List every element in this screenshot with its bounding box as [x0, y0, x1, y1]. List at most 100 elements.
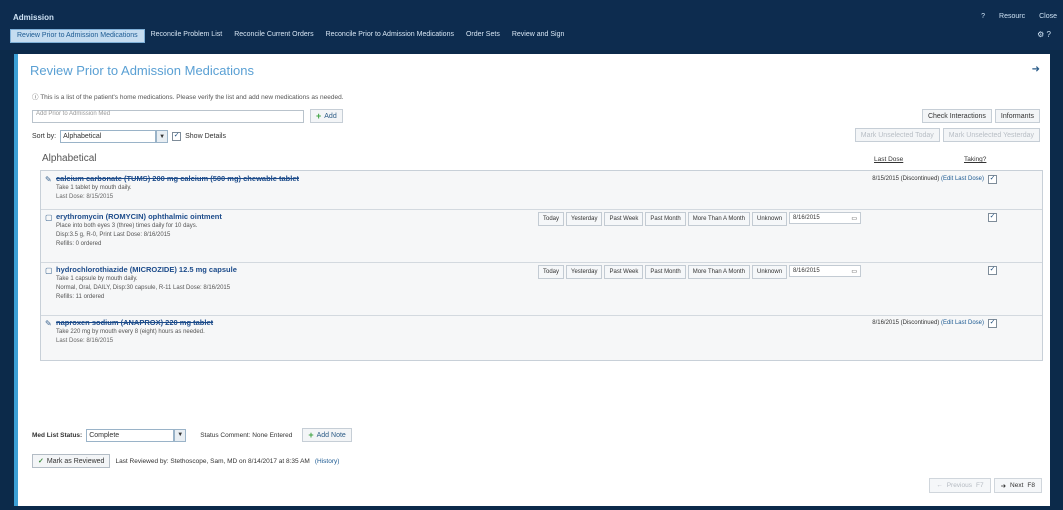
yesterday-button[interactable]: Yesterday — [566, 212, 603, 226]
med-status: 8/15/2015 (Discontinued) (Edit Last Dose… — [872, 176, 984, 182]
taking-checkbox[interactable]: ✓ — [988, 213, 997, 222]
past-month-button[interactable]: Past Month — [645, 265, 686, 279]
add-button[interactable]: + Add — [310, 109, 343, 123]
calendar-icon[interactable]: ▭ — [851, 268, 857, 275]
med-name[interactable]: erythromycin (ROMYCIN) ophthalmic ointme… — [56, 212, 222, 221]
unknown-button[interactable]: Unknown — [752, 212, 788, 226]
past-week-button[interactable]: Past Week — [604, 212, 644, 226]
navigation: ← Previous F7 ➜ Next F8 — [929, 478, 1042, 493]
med-dispense: Disp:3.5 g, R-0, Print Last Dose: 8/16/2… — [56, 232, 171, 238]
list-item[interactable]: ✎ naproxen sodium (ANAPROX) 220 mg table… — [41, 315, 1042, 360]
mark-unselected-buttons: Mark Unselected Today Mark Unselected Ye… — [854, 128, 1040, 142]
top-right-buttons: Check Interactions Informants — [921, 109, 1040, 123]
history-link[interactable]: (History) — [315, 458, 340, 465]
review-panel: Review Prior to Admission Medications ➜ … — [14, 54, 1050, 506]
med-sig: Take 1 tablet by mouth daily. — [56, 185, 132, 191]
window-controls: ? Resourc Close — [981, 13, 1057, 20]
help-icon[interactable]: ? — [981, 13, 985, 20]
document-icon: ▢ — [45, 266, 53, 275]
chevron-down-icon[interactable]: ▼ — [174, 428, 187, 442]
taking-checkbox[interactable]: ✓ — [988, 175, 997, 184]
last-dose-date-input[interactable]: 8/16/2015 ▭ — [789, 212, 862, 224]
instruction-text: ⓘ This is a list of the patient's home m… — [32, 94, 344, 101]
med-name[interactable]: calcium carbonate (TUMS) 200 mg calcium … — [56, 174, 299, 183]
sort-select[interactable]: Alphabetical — [60, 130, 157, 143]
yesterday-button[interactable]: Yesterday — [566, 265, 603, 279]
review-row: ✓ Mark as Reviewed Last Reviewed by: Stet… — [32, 454, 339, 468]
tab-reconcile-current-orders[interactable]: Reconcile Current Orders — [228, 29, 319, 43]
calendar-icon[interactable]: ▭ — [851, 215, 857, 222]
today-button[interactable]: Today — [538, 265, 565, 279]
informants-button[interactable]: Informants — [994, 109, 1040, 123]
med-status: 8/16/2015 (Discontinued) (Edit Last Dose… — [872, 320, 984, 326]
today-button[interactable]: Today — [538, 212, 565, 226]
pill-icon: ✎ — [45, 175, 52, 184]
arrow-right-icon: ➜ — [1000, 482, 1007, 490]
med-list-status-select[interactable]: Complete — [86, 428, 175, 442]
show-details-checkbox[interactable]: ✓ — [172, 132, 182, 141]
title-bar: Admission ? Resourc Close Review Prior t… — [0, 0, 1063, 50]
window-title: Admission — [13, 13, 54, 22]
last-dose-date-input[interactable]: 8/16/2015 ▭ — [789, 265, 862, 277]
status-comment: Status Comment: None Entered — [200, 431, 293, 439]
unknown-button[interactable]: Unknown — [752, 265, 788, 279]
list-item[interactable]: ▢ erythromycin (ROMYCIN) ophthalmic oint… — [41, 209, 1042, 263]
previous-button[interactable]: ← Previous F7 — [929, 478, 991, 493]
check-icon: ✓ — [38, 458, 44, 465]
sort-row: Sort by: Alphabetical ▼ ✓ Show Details — [32, 130, 226, 143]
more-than-month-button[interactable]: More Than A Month — [687, 265, 751, 279]
edit-last-dose-link[interactable]: (Edit Last Dose) — [941, 176, 984, 182]
med-list-status-row: Med List Status: Complete ▼ Status Comme… — [32, 428, 352, 442]
taking-header[interactable]: Taking? — [964, 156, 986, 163]
past-week-button[interactable]: Past Week — [604, 265, 644, 279]
past-month-button[interactable]: Past Month — [645, 212, 686, 226]
add-med-input[interactable]: Add Prior to Admission Med — [32, 109, 304, 123]
resources-menu[interactable]: Resourc — [999, 13, 1025, 20]
group-title: Alphabetical — [42, 153, 97, 164]
add-note-button[interactable]: + Add Note — [302, 428, 352, 442]
taking-checkbox[interactable]: ✓ — [988, 319, 997, 328]
arrow-left-icon: ← — [936, 482, 943, 489]
edit-last-dose-link[interactable]: (Edit Last Dose) — [941, 320, 984, 326]
check-interactions-button[interactable]: Check Interactions — [921, 109, 992, 123]
mark-as-reviewed-button[interactable]: ✓ Mark as Reviewed — [32, 454, 111, 468]
med-name[interactable]: hydrochlorothiazide (MICROZIDE) 12.5 mg … — [56, 265, 237, 274]
collapse-arrow-icon[interactable]: ➜ — [1032, 64, 1040, 75]
tab-reconcile-problem-list[interactable]: Reconcile Problem List — [145, 29, 229, 43]
med-list-status-label: Med List Status: — [32, 431, 83, 439]
add-med-row: Add Prior to Admission Med + Add — [32, 109, 343, 123]
mark-unselected-yesterday-button[interactable]: Mark Unselected Yesterday — [942, 128, 1040, 142]
list-item[interactable]: ✎ calcium carbonate (TUMS) 200 mg calciu… — [41, 171, 1042, 210]
document-icon: ▢ — [45, 213, 53, 222]
wrench-icon[interactable]: ⚙ ? — [1037, 30, 1051, 39]
plus-icon: + — [308, 430, 314, 440]
tab-order-sets[interactable]: Order Sets — [460, 29, 506, 43]
list-item[interactable]: ▢ hydrochlorothiazide (MICROZIDE) 12.5 m… — [41, 262, 1042, 316]
mark-unselected-today-button[interactable]: Mark Unselected Today — [854, 128, 940, 142]
close-button[interactable]: Close — [1039, 13, 1057, 20]
med-dispense: Normal, Oral, DAILY, Disp:30 capsule, R-… — [56, 285, 231, 291]
last-dose-header[interactable]: Last Dose — [874, 156, 903, 163]
medication-list: ✎ calcium carbonate (TUMS) 200 mg calciu… — [40, 170, 1043, 361]
page-title: Review Prior to Admission Medications — [30, 63, 254, 78]
last-dose-buttons: Today Yesterday Past Week Past Month Mor… — [538, 212, 862, 226]
last-dose-buttons: Today Yesterday Past Week Past Month Mor… — [538, 265, 862, 279]
med-name[interactable]: naproxen sodium (ANAPROX) 220 mg tablet — [56, 318, 213, 327]
taking-checkbox[interactable]: ✓ — [988, 266, 997, 275]
tab-review-and-sign[interactable]: Review and Sign — [506, 29, 571, 43]
more-than-month-button[interactable]: More Than A Month — [687, 212, 751, 226]
chevron-down-icon[interactable]: ▼ — [156, 130, 169, 143]
med-last-dose: Last Dose: 8/16/2015 — [56, 338, 114, 344]
med-refills: Refills: 0 ordered — [56, 241, 102, 247]
tab-review-pta-meds[interactable]: Review Prior to Admission Medications — [10, 29, 145, 43]
last-reviewed-text: Last Reviewed by: Stethoscope, Sam, MD o… — [115, 457, 310, 465]
next-button[interactable]: ➜ Next F8 — [993, 478, 1042, 493]
pill-icon: ✎ — [45, 319, 52, 328]
plus-icon: + — [316, 111, 322, 121]
tab-reconcile-pta-meds[interactable]: Reconcile Prior to Admission Medications — [320, 29, 460, 43]
sort-label: Sort by: — [32, 133, 57, 140]
med-last-dose: Last Dose: 8/15/2015 — [56, 194, 114, 200]
med-sig: Take 1 capsule by mouth daily. — [56, 276, 138, 282]
med-sig: Place into both eyes 3 (three) times dai… — [56, 223, 198, 229]
med-sig: Take 220 mg by mouth every 8 (eight) hou… — [56, 329, 205, 335]
